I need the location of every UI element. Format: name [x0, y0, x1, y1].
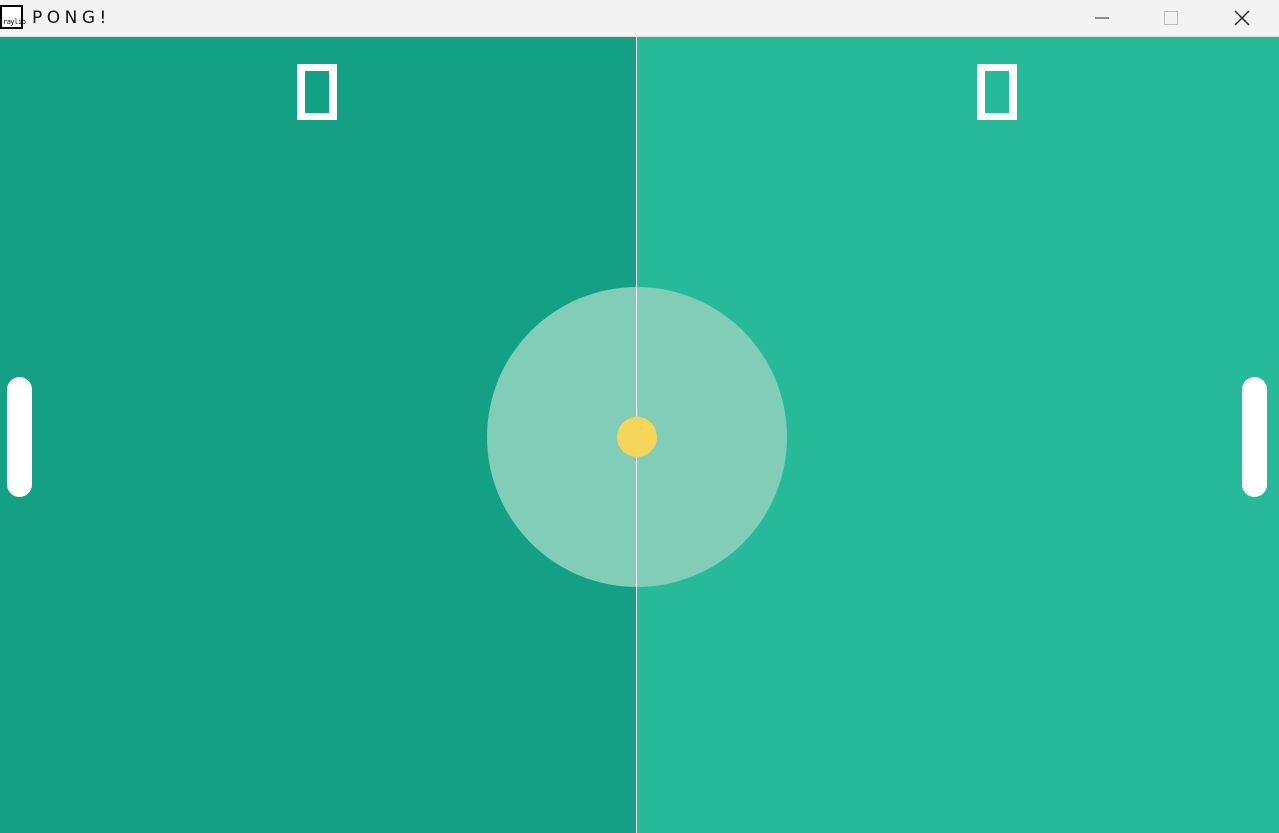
raylib-app-icon: raylib [0, 5, 26, 29]
maximize-icon [1164, 11, 1178, 25]
close-icon [1234, 10, 1250, 26]
minimize-button[interactable] [1079, 0, 1125, 36]
close-button[interactable] [1219, 0, 1265, 36]
game-window: raylib PONG! 0 [0, 0, 1279, 833]
window-title: PONG! [32, 8, 111, 28]
ball [617, 417, 657, 457]
right-score-glyph [977, 64, 1017, 120]
left-score: 0 [297, 62, 337, 122]
right-paddle [1242, 377, 1267, 497]
maximize-button[interactable] [1148, 0, 1194, 36]
playfield: 0 0 [0, 37, 1279, 833]
left-score-glyph [297, 64, 337, 120]
minimize-icon [1095, 17, 1109, 19]
left-paddle [7, 377, 32, 497]
title-bar[interactable]: raylib PONG! [0, 0, 1279, 37]
right-score: 0 [977, 62, 1017, 122]
app-icon-label: raylib [3, 18, 26, 26]
